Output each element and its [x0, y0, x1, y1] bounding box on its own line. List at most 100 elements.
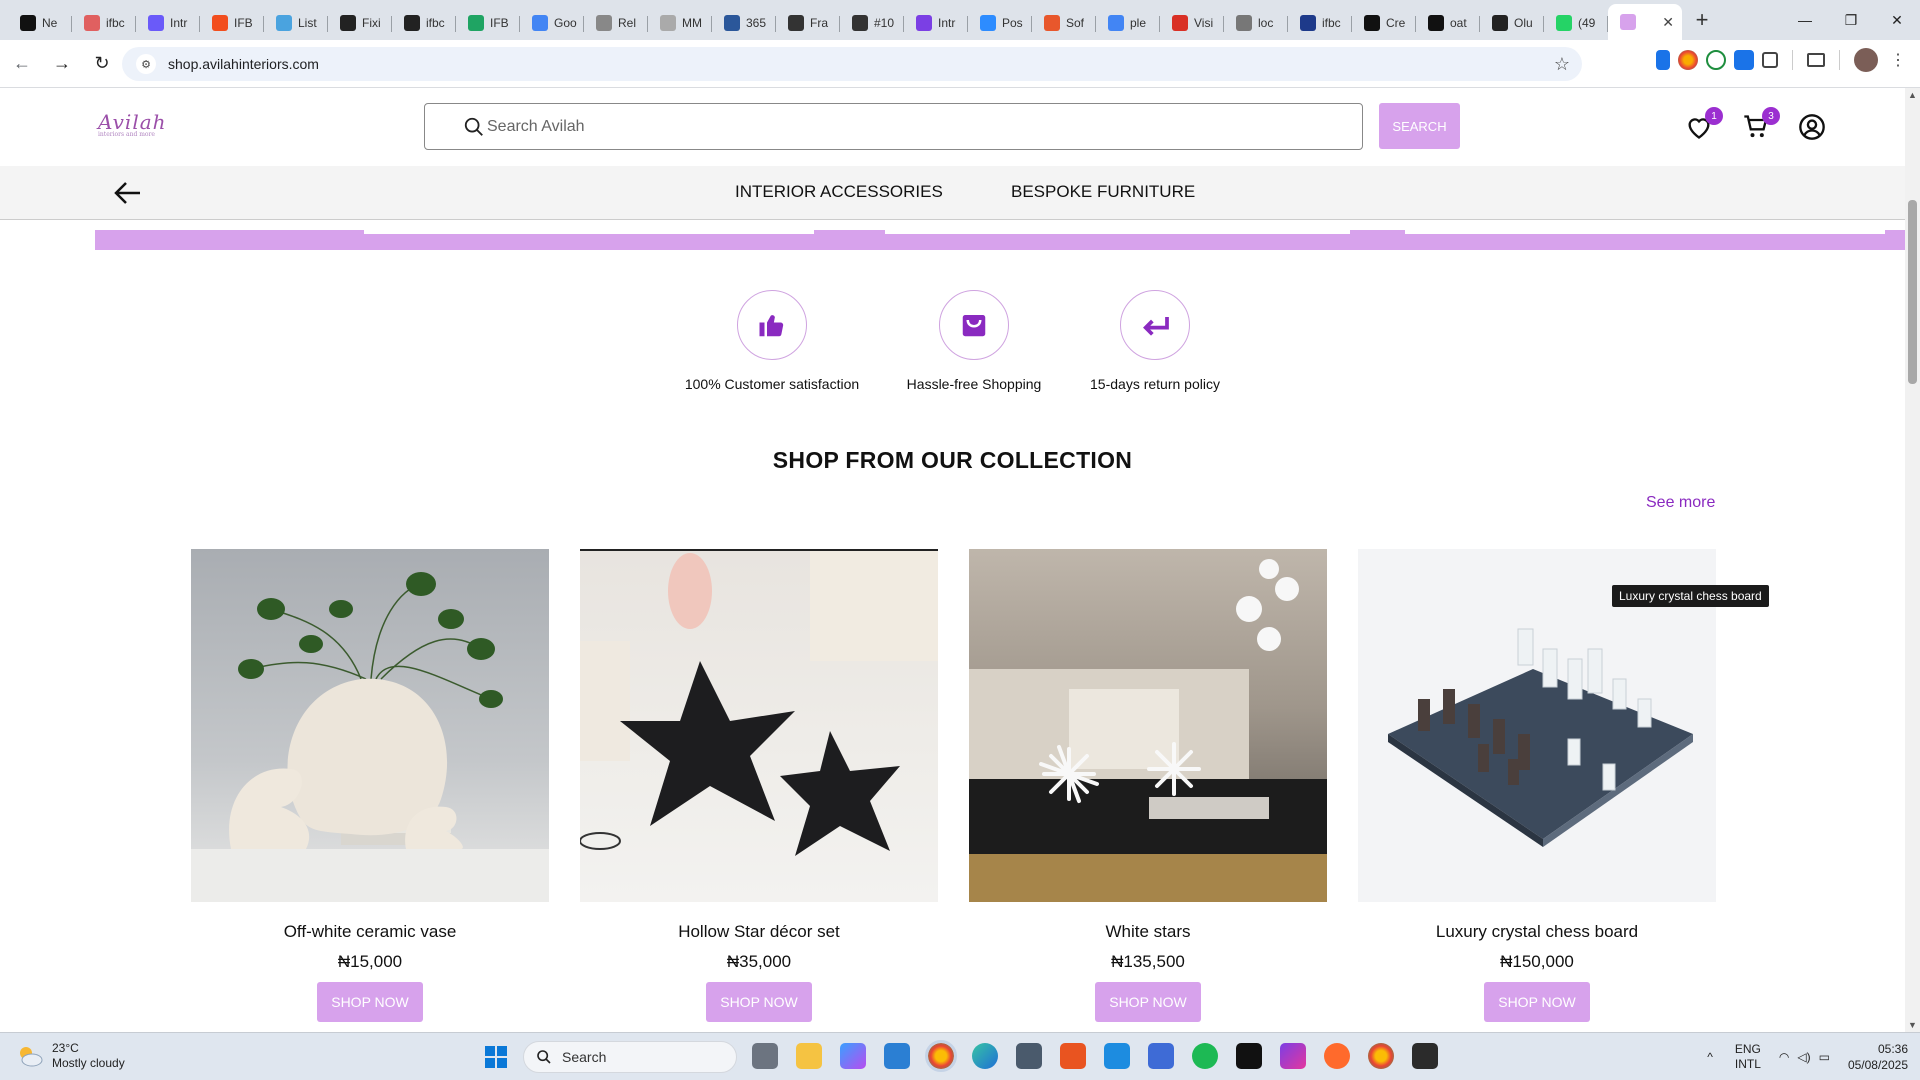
app-icon[interactable] — [1280, 1043, 1306, 1069]
reload-icon[interactable]: ↻ — [84, 46, 120, 82]
browser-tab[interactable]: IFB — [200, 6, 264, 40]
browser-tab[interactable]: Fra — [776, 6, 840, 40]
product-card[interactable]: Luxury crystal chess board ₦150,000 SHOP… — [1358, 549, 1716, 1022]
close-tab-icon[interactable]: ✕ — [1662, 14, 1674, 31]
browser-tab[interactable]: Rel — [584, 6, 648, 40]
scroll-down-icon[interactable]: ▼ — [1908, 1020, 1917, 1030]
page-scrollbar[interactable]: ▲ ▼ — [1905, 88, 1920, 1032]
task-view-icon[interactable] — [752, 1043, 778, 1069]
browser-tab[interactable]: ifbc — [72, 6, 136, 40]
shop-now-button[interactable]: SHOP NOW — [1095, 982, 1201, 1022]
clock[interactable]: 05:36 05/08/2025 — [1848, 1041, 1908, 1073]
chrome-alt-icon[interactable] — [1368, 1043, 1394, 1069]
product-image-vase[interactable] — [191, 549, 549, 902]
browser-tab[interactable]: MM — [648, 6, 712, 40]
back-arrow-icon[interactable] — [114, 180, 142, 206]
browser-tab[interactable]: Ne — [8, 6, 72, 40]
browser-tab[interactable]: Olu — [1480, 6, 1544, 40]
wifi-icon[interactable]: ◠ — [1779, 1050, 1789, 1064]
browser-tab[interactable]: ple — [1096, 6, 1160, 40]
extension-icon[interactable] — [1678, 50, 1698, 70]
menu-kebab-icon[interactable]: ⋮ — [1890, 50, 1906, 70]
wishlist-button[interactable]: 1 — [1685, 107, 1723, 141]
copilot-icon[interactable] — [840, 1043, 866, 1069]
product-image-white-stars[interactable] — [969, 549, 1327, 902]
shop-now-button[interactable]: SHOP NOW — [317, 982, 423, 1022]
tab-search-icon[interactable] — [1807, 53, 1825, 67]
product-card[interactable]: White stars ₦135,500 SHOP NOW — [969, 549, 1327, 1022]
chevron-up-icon[interactable]: ^ — [1707, 1050, 1713, 1064]
see-more-link[interactable]: See more — [1646, 494, 1715, 512]
vscode-icon[interactable] — [884, 1043, 910, 1069]
shop-now-button[interactable]: SHOP NOW — [1484, 982, 1590, 1022]
product-name[interactable]: White stars — [969, 922, 1327, 942]
address-bar[interactable]: ⚙ shop.avilahinteriors.com ☆ — [122, 47, 1582, 81]
spotify-icon[interactable] — [1192, 1043, 1218, 1069]
browser-tab[interactable]: IFB — [456, 6, 520, 40]
notepad-icon[interactable] — [1104, 1043, 1130, 1069]
browser-tab[interactable]: Pos — [968, 6, 1032, 40]
browser-tab[interactable]: 365 — [712, 6, 776, 40]
product-name[interactable]: Off-white ceramic vase — [191, 922, 549, 942]
chrome-icon[interactable] — [925, 1040, 957, 1072]
browser-tab[interactable]: Fixi — [328, 6, 392, 40]
browser-tab[interactable]: List — [264, 6, 328, 40]
site-info-icon[interactable]: ⚙ — [136, 54, 156, 74]
extension-icon[interactable] — [1656, 50, 1670, 70]
language-indicator[interactable]: ENG INTL — [1735, 1042, 1761, 1072]
file-explorer-icon[interactable] — [796, 1043, 822, 1069]
search-button[interactable]: SEARCH — [1379, 103, 1460, 149]
browser-tab[interactable]: Sof — [1032, 6, 1096, 40]
minimize-icon[interactable]: — — [1782, 0, 1828, 40]
browser-tab[interactable]: ifbc — [1288, 6, 1352, 40]
puzzle-icon[interactable] — [1762, 52, 1778, 68]
browser-tab[interactable]: Visi — [1160, 6, 1224, 40]
taskbar-search[interactable]: Search — [523, 1041, 737, 1073]
calculator-icon[interactable] — [1016, 1043, 1042, 1069]
battery-icon[interactable]: ▭ — [1819, 1050, 1830, 1064]
product-card[interactable]: Hollow Star décor set ₦35,000 SHOP NOW — [580, 549, 938, 1022]
browser-tab[interactable]: Cre — [1352, 6, 1416, 40]
windows-start-icon[interactable] — [484, 1045, 508, 1069]
extension-icon[interactable] — [1706, 50, 1726, 70]
postman-icon[interactable] — [1324, 1043, 1350, 1069]
restore-icon[interactable]: ❐ — [1828, 0, 1874, 40]
store-icon[interactable] — [1148, 1043, 1174, 1069]
nav-bespoke-furniture[interactable]: BESPOKE FURNITURE — [1011, 182, 1195, 202]
app-icon[interactable] — [1236, 1043, 1262, 1069]
new-tab-button[interactable]: + — [1686, 4, 1718, 36]
site-logo[interactable]: Avilah interiors and more — [98, 110, 167, 138]
product-image-stars[interactable] — [580, 549, 938, 902]
divider — [1839, 50, 1840, 70]
browser-tab[interactable]: Intr — [904, 6, 968, 40]
browser-tab[interactable]: oat — [1416, 6, 1480, 40]
browser-tab[interactable]: #10 — [840, 6, 904, 40]
browser-tab[interactable]: loc — [1224, 6, 1288, 40]
account-button[interactable] — [1798, 113, 1826, 141]
edge-icon[interactable] — [972, 1043, 998, 1069]
browser-tab[interactable]: Goo — [520, 6, 584, 40]
back-icon[interactable]: ← — [4, 46, 40, 82]
cart-button[interactable]: 3 — [1742, 107, 1780, 141]
volume-icon[interactable]: ◁) — [1797, 1050, 1810, 1064]
browser-tab[interactable]: Intr — [136, 6, 200, 40]
search-input[interactable] — [487, 117, 1287, 136]
nav-interior-accessories[interactable]: INTERIOR ACCESSORIES — [735, 182, 943, 202]
bookmark-star-icon[interactable]: ☆ — [1554, 54, 1570, 75]
product-name[interactable]: Hollow Star décor set — [580, 922, 938, 942]
product-name[interactable]: Luxury crystal chess board — [1358, 922, 1716, 942]
forward-icon[interactable]: → — [44, 46, 80, 82]
active-browser-tab[interactable]: ✕ — [1608, 4, 1682, 40]
browser-tab[interactable]: ifbc — [392, 6, 456, 40]
close-window-icon[interactable]: ✕ — [1874, 0, 1920, 40]
ubuntu-icon[interactable] — [1060, 1043, 1086, 1069]
shop-now-button[interactable]: SHOP NOW — [706, 982, 812, 1022]
weather-widget[interactable]: 23°C Mostly cloudy — [16, 1041, 125, 1071]
browser-tab[interactable]: (49 — [1544, 6, 1608, 40]
scroll-up-icon[interactable]: ▲ — [1908, 90, 1917, 100]
scroll-thumb[interactable] — [1908, 200, 1917, 384]
extension-icon[interactable] — [1734, 50, 1754, 70]
terminal-icon[interactable] — [1412, 1043, 1438, 1069]
profile-avatar[interactable] — [1854, 48, 1878, 72]
product-card[interactable]: Off-white ceramic vase ₦15,000 SHOP NOW — [191, 549, 549, 1022]
